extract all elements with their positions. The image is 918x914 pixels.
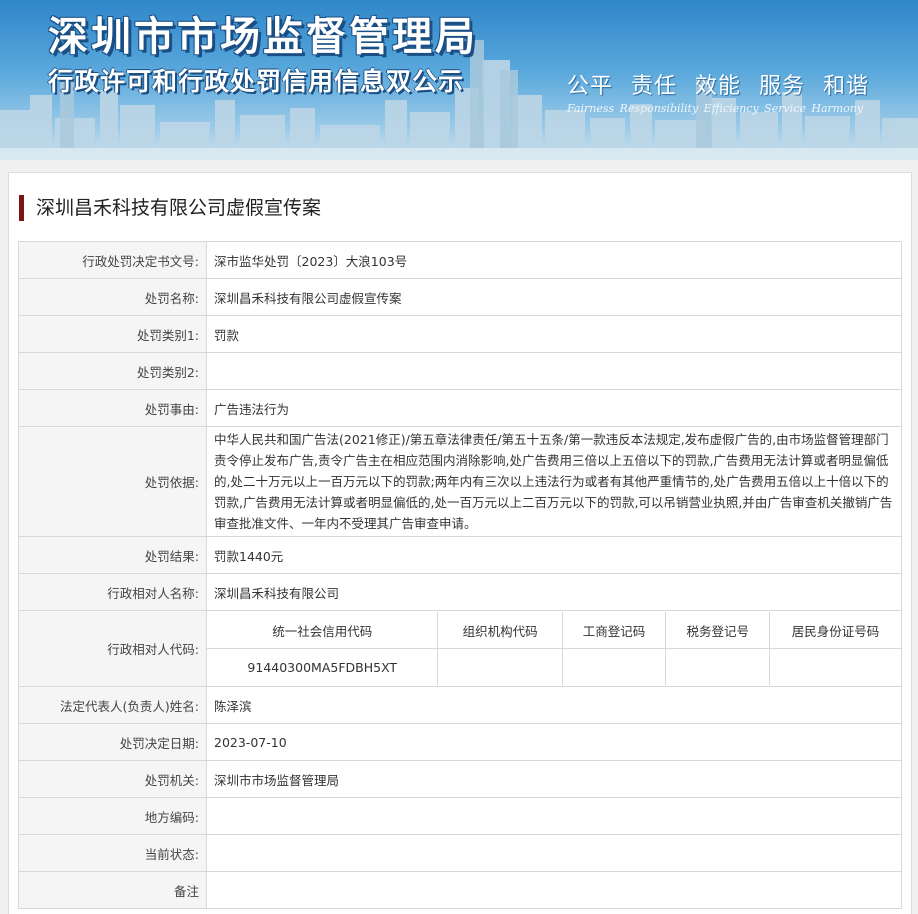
party-name-label: 行政相对人名称:: [18, 573, 207, 611]
table-row: 处罚决定日期: 2023-07-10: [18, 723, 902, 761]
region-code-value: [206, 797, 902, 835]
table-row: 备注: [18, 871, 902, 909]
table-row: 处罚机关: 深圳市市场监督管理局: [18, 760, 902, 798]
table-row: 行政处罚决定书文号: 深市监华处罚〔2023〕大浪103号: [18, 241, 902, 279]
region-code-label: 地方编码:: [18, 797, 207, 835]
business-reg-header: 工商登记码: [562, 612, 667, 649]
legal-rep-label: 法定代表人(负责人)姓名:: [18, 686, 207, 724]
code-header-row: 统一社会信用代码 组织机构代码 工商登记码 税务登记号 居民身份证号码: [207, 612, 901, 649]
case-title: 深圳昌禾科技有限公司虚假宣传案: [19, 195, 321, 221]
table-row: 行政相对人名称: 深圳昌禾科技有限公司: [18, 573, 902, 611]
table-row: 法定代表人(负责人)姓名: 陈泽滨: [18, 686, 902, 724]
business-reg-value: [562, 648, 667, 685]
slogan-english: Fairness Responsibility Efficiency Servi…: [567, 102, 864, 115]
penalty-info-table: 行政处罚决定书文号: 深市监华处罚〔2023〕大浪103号 处罚名称: 深圳昌禾…: [18, 241, 902, 909]
decision-date-value: 2023-07-10: [206, 723, 902, 761]
party-code-label: 行政相对人代码:: [18, 610, 207, 687]
table-row: 处罚依据: 中华人民共和国广告法(2021修正)/第五章法律责任/第五十五条/第…: [18, 426, 902, 537]
penalty-name-value: 深圳昌禾科技有限公司虚假宣传案: [206, 278, 902, 316]
category2-value: [206, 352, 902, 390]
legal-rep-value: 陈泽滨: [206, 686, 902, 724]
status-value: [206, 834, 902, 872]
tax-reg-value: [665, 648, 771, 685]
decision-no-value: 深市监华处罚〔2023〕大浪103号: [206, 241, 902, 279]
basis-value: 中华人民共和国广告法(2021修正)/第五章法律责任/第五十五条/第一款违反本法…: [206, 426, 902, 537]
credit-code-header: 统一社会信用代码: [207, 612, 439, 649]
party-name-value: 深圳昌禾科技有限公司: [206, 573, 902, 611]
party-code-cell: 统一社会信用代码 组织机构代码 工商登记码 税务登记号 居民身份证号码 9144…: [206, 610, 902, 687]
id-card-value: [770, 649, 901, 686]
table-row: 处罚结果: 罚款1440元: [18, 536, 902, 574]
table-row: 当前状态:: [18, 834, 902, 872]
category1-label: 处罚类别1:: [18, 315, 207, 353]
table-row: 地方编码:: [18, 797, 902, 835]
site-banner: 深圳市市场监督管理局 行政许可和行政处罚信用信息双公示 公平 责任 效能 服务 …: [0, 0, 918, 160]
decision-no-label: 行政处罚决定书文号:: [18, 241, 207, 279]
authority-label: 处罚机关:: [18, 760, 207, 798]
id-card-header: 居民身份证号码: [769, 612, 901, 649]
result-value: 罚款1440元: [206, 536, 902, 574]
result-label: 处罚结果:: [18, 536, 207, 574]
tax-reg-header: 税务登记号: [665, 612, 771, 649]
remarks-label: 备注: [18, 871, 207, 909]
slogan-chinese: 公平 责任 效能 服务 和谐: [567, 74, 869, 99]
slogan: 公平 责任 效能 服务 和谐 Fairness Responsibility E…: [567, 68, 887, 115]
table-row: 处罚类别1: 罚款: [18, 315, 902, 353]
org-code-value: [437, 648, 563, 685]
site-subtitle: 行政许可和行政处罚信用信息双公示: [48, 67, 465, 96]
credit-code-value: 91440300MA5FDBH5XT: [207, 648, 439, 685]
category2-label: 处罚类别2:: [18, 352, 207, 390]
code-value-row: 91440300MA5FDBH5XT: [207, 648, 901, 686]
table-row: 处罚类别2:: [18, 352, 902, 390]
table-row: 行政相对人代码: 统一社会信用代码 组织机构代码 工商登记码 税务登记号 居民身…: [18, 610, 902, 687]
table-row: 处罚事由: 广告违法行为: [18, 389, 902, 427]
remarks-value: [206, 871, 902, 909]
reason-label: 处罚事由:: [18, 389, 207, 427]
basis-label: 处罚依据:: [18, 426, 207, 537]
table-row: 处罚名称: 深圳昌禾科技有限公司虚假宣传案: [18, 278, 902, 316]
status-label: 当前状态:: [18, 834, 207, 872]
category1-value: 罚款: [206, 315, 902, 353]
penalty-name-label: 处罚名称:: [18, 278, 207, 316]
party-code-table: 统一社会信用代码 组织机构代码 工商登记码 税务登记号 居民身份证号码 9144…: [207, 612, 901, 685]
org-code-header: 组织机构代码: [437, 612, 563, 649]
decision-date-label: 处罚决定日期:: [18, 723, 207, 761]
reason-value: 广告违法行为: [206, 389, 902, 427]
site-title: 深圳市市场监督管理局: [48, 14, 478, 60]
content-panel: 深圳昌禾科技有限公司虚假宣传案 行政处罚决定书文号: 深市监华处罚〔2023〕大…: [8, 172, 912, 914]
authority-value: 深圳市市场监督管理局: [206, 760, 902, 798]
